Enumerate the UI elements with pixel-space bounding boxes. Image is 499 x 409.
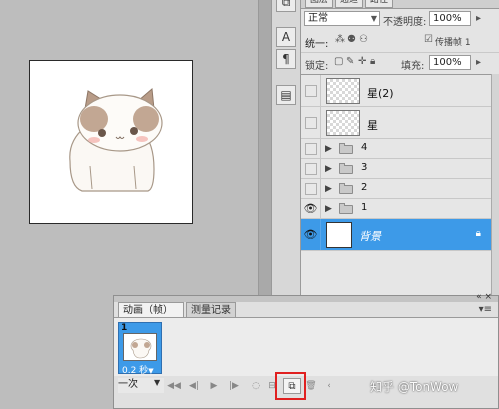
unify-label: 统一: (305, 39, 329, 50)
previous-frame-icon[interactable]: ◀| (186, 379, 202, 393)
layer-name: 背景 (359, 230, 381, 243)
unify-row: 统一: ⁂ ⚉ ⚇ ☑ 传播帧 1 (301, 31, 499, 51)
tab-measurement-log[interactable]: 测量记录 (186, 302, 236, 317)
propagate-label: 传播帧 1 (435, 38, 471, 48)
layer-row-background[interactable]: 👁︎ 背景 🔒︎ (301, 219, 491, 251)
layer-thumbnail (326, 78, 360, 104)
tab-channels[interactable]: 通道 (335, 0, 364, 8)
layer-row-group-3[interactable]: ▶ 3 (301, 159, 491, 179)
layer-row-star[interactable]: 星 (301, 107, 491, 139)
lock-transparency-icon[interactable]: ▢ (334, 56, 343, 67)
tab-animation-frames[interactable]: 动画（帧） × (118, 302, 184, 331)
layer-thumbnail (326, 110, 360, 136)
collapse-icon[interactable]: « × (476, 292, 492, 302)
document-canvas[interactable] (29, 60, 193, 224)
expand-triangle-icon[interactable]: ▶ (325, 184, 332, 194)
lock-pixels-icon[interactable]: ✎ (346, 56, 354, 67)
next-frame-icon[interactable]: |▶ (226, 379, 242, 393)
layer-name: 4 (361, 142, 368, 153)
tab-paths[interactable]: 路径 (365, 0, 394, 8)
frame-delay[interactable]: 0.2 秒▼ (122, 363, 154, 376)
layer-name: 3 (361, 162, 368, 173)
layers-icon[interactable]: ⧉ (276, 0, 296, 12)
layer-row-group-4[interactable]: ▶ 4 (301, 139, 491, 159)
blend-mode-select[interactable]: 正常 ▼ (304, 11, 380, 26)
visibility-toggle[interactable] (301, 139, 321, 158)
visibility-toggle[interactable]: 👁︎ (301, 199, 321, 218)
tab-layers[interactable]: 图层 (305, 0, 334, 8)
text-A-icon[interactable]: A (276, 27, 296, 47)
fill-input[interactable]: 100% (429, 55, 471, 70)
opacity-label: 不透明度: (383, 17, 427, 28)
tab-label: 动画（帧） (123, 305, 173, 316)
visibility-toggle[interactable]: 👁︎ (301, 219, 321, 250)
folder-icon (339, 183, 353, 194)
layer-thumbnail (326, 222, 352, 248)
visibility-toggle[interactable] (301, 179, 321, 198)
panel-menu-icon[interactable]: ▾≡ (479, 304, 492, 315)
lock-row: 锁定: ▢ ✎ ✛ 🔒︎ 填充: 100% ▸ (301, 52, 499, 73)
loop-value: 一次 (118, 379, 138, 390)
frame-thumbnail (123, 333, 157, 361)
cat-thumbnail (130, 338, 152, 359)
expand-triangle-icon[interactable]: ▶ (325, 144, 332, 154)
fill-label: 填充: (401, 61, 425, 72)
lock-icon: 🔒︎ (475, 228, 481, 239)
frame-delay-value: 0.2 秒 (122, 366, 149, 376)
play-icon[interactable]: ▶ (206, 379, 222, 393)
layer-name: 星 (367, 119, 378, 132)
paragraph-icon[interactable]: ¶ (276, 49, 296, 69)
chevron-down-icon: ▼ (148, 367, 154, 375)
blend-mode-value: 正常 (308, 13, 328, 24)
layers-panel-tabs: 图层 通道 路径 (301, 0, 499, 9)
chevron-down-icon: ▼ (154, 378, 161, 387)
opacity-input[interactable]: 100% (429, 11, 471, 26)
frame-number: 1 (121, 323, 128, 333)
fill-value: 100% (433, 57, 462, 68)
animation-frame[interactable]: 1 0.2 秒▼ (118, 322, 162, 376)
unify-visibility-icon[interactable]: ⚉ (347, 34, 356, 45)
watermark: 知乎 @TonWow (370, 380, 459, 394)
propagate-checkbox[interactable]: ☑ (424, 34, 433, 45)
fill-arrow-icon[interactable]: ▸ (476, 57, 481, 68)
layer-row-group-1[interactable]: 👁︎ ▶ 1 (301, 199, 491, 219)
cat-illustration (69, 87, 163, 192)
eye-icon: 👁︎ (303, 228, 318, 241)
eye-icon: 👁︎ (303, 202, 318, 215)
photoshop-workspace: ⧉ A ¶ ▤ 图层 通道 路径 正常 ▼ 不透明度: 100% ▸ 统一: ⁂… (0, 0, 499, 409)
highlight-box (275, 372, 306, 400)
unify-position-icon[interactable]: ⁂ (335, 34, 345, 45)
folder-icon (339, 143, 353, 154)
info-icon[interactable]: ▤ (276, 85, 296, 105)
scroll-left-icon[interactable]: ‹ (321, 379, 337, 393)
lock-label: 锁定: (305, 61, 329, 72)
visibility-toggle[interactable] (301, 75, 321, 106)
lock-all-icon[interactable]: 🔒︎ (370, 56, 375, 67)
unify-style-icon[interactable]: ⚇ (359, 34, 368, 45)
layer-name: 1 (361, 202, 368, 213)
opacity-value: 100% (433, 13, 462, 24)
tween-icon[interactable]: ◌ (248, 379, 264, 393)
layer-name: 2 (361, 182, 368, 193)
expand-triangle-icon[interactable]: ▶ (325, 164, 332, 174)
blend-row: 正常 ▼ 不透明度: 100% ▸ (301, 9, 499, 29)
folder-icon (339, 163, 353, 174)
visibility-toggle[interactable] (301, 159, 321, 178)
folder-icon (339, 203, 353, 214)
frames-area: 1 0.2 秒▼ (114, 317, 498, 376)
visibility-toggle[interactable] (301, 107, 321, 138)
layer-row-group-2[interactable]: ▶ 2 (301, 179, 491, 199)
chevron-down-icon: ▼ (370, 14, 377, 23)
lock-position-icon[interactable]: ✛ (358, 56, 366, 67)
opacity-arrow-icon[interactable]: ▸ (476, 13, 481, 24)
layer-name: 星(2) (367, 87, 394, 100)
first-frame-icon[interactable]: ◀◀ (166, 379, 182, 393)
expand-triangle-icon[interactable]: ▶ (325, 204, 332, 214)
layer-row-star2[interactable]: 星(2) (301, 75, 491, 107)
